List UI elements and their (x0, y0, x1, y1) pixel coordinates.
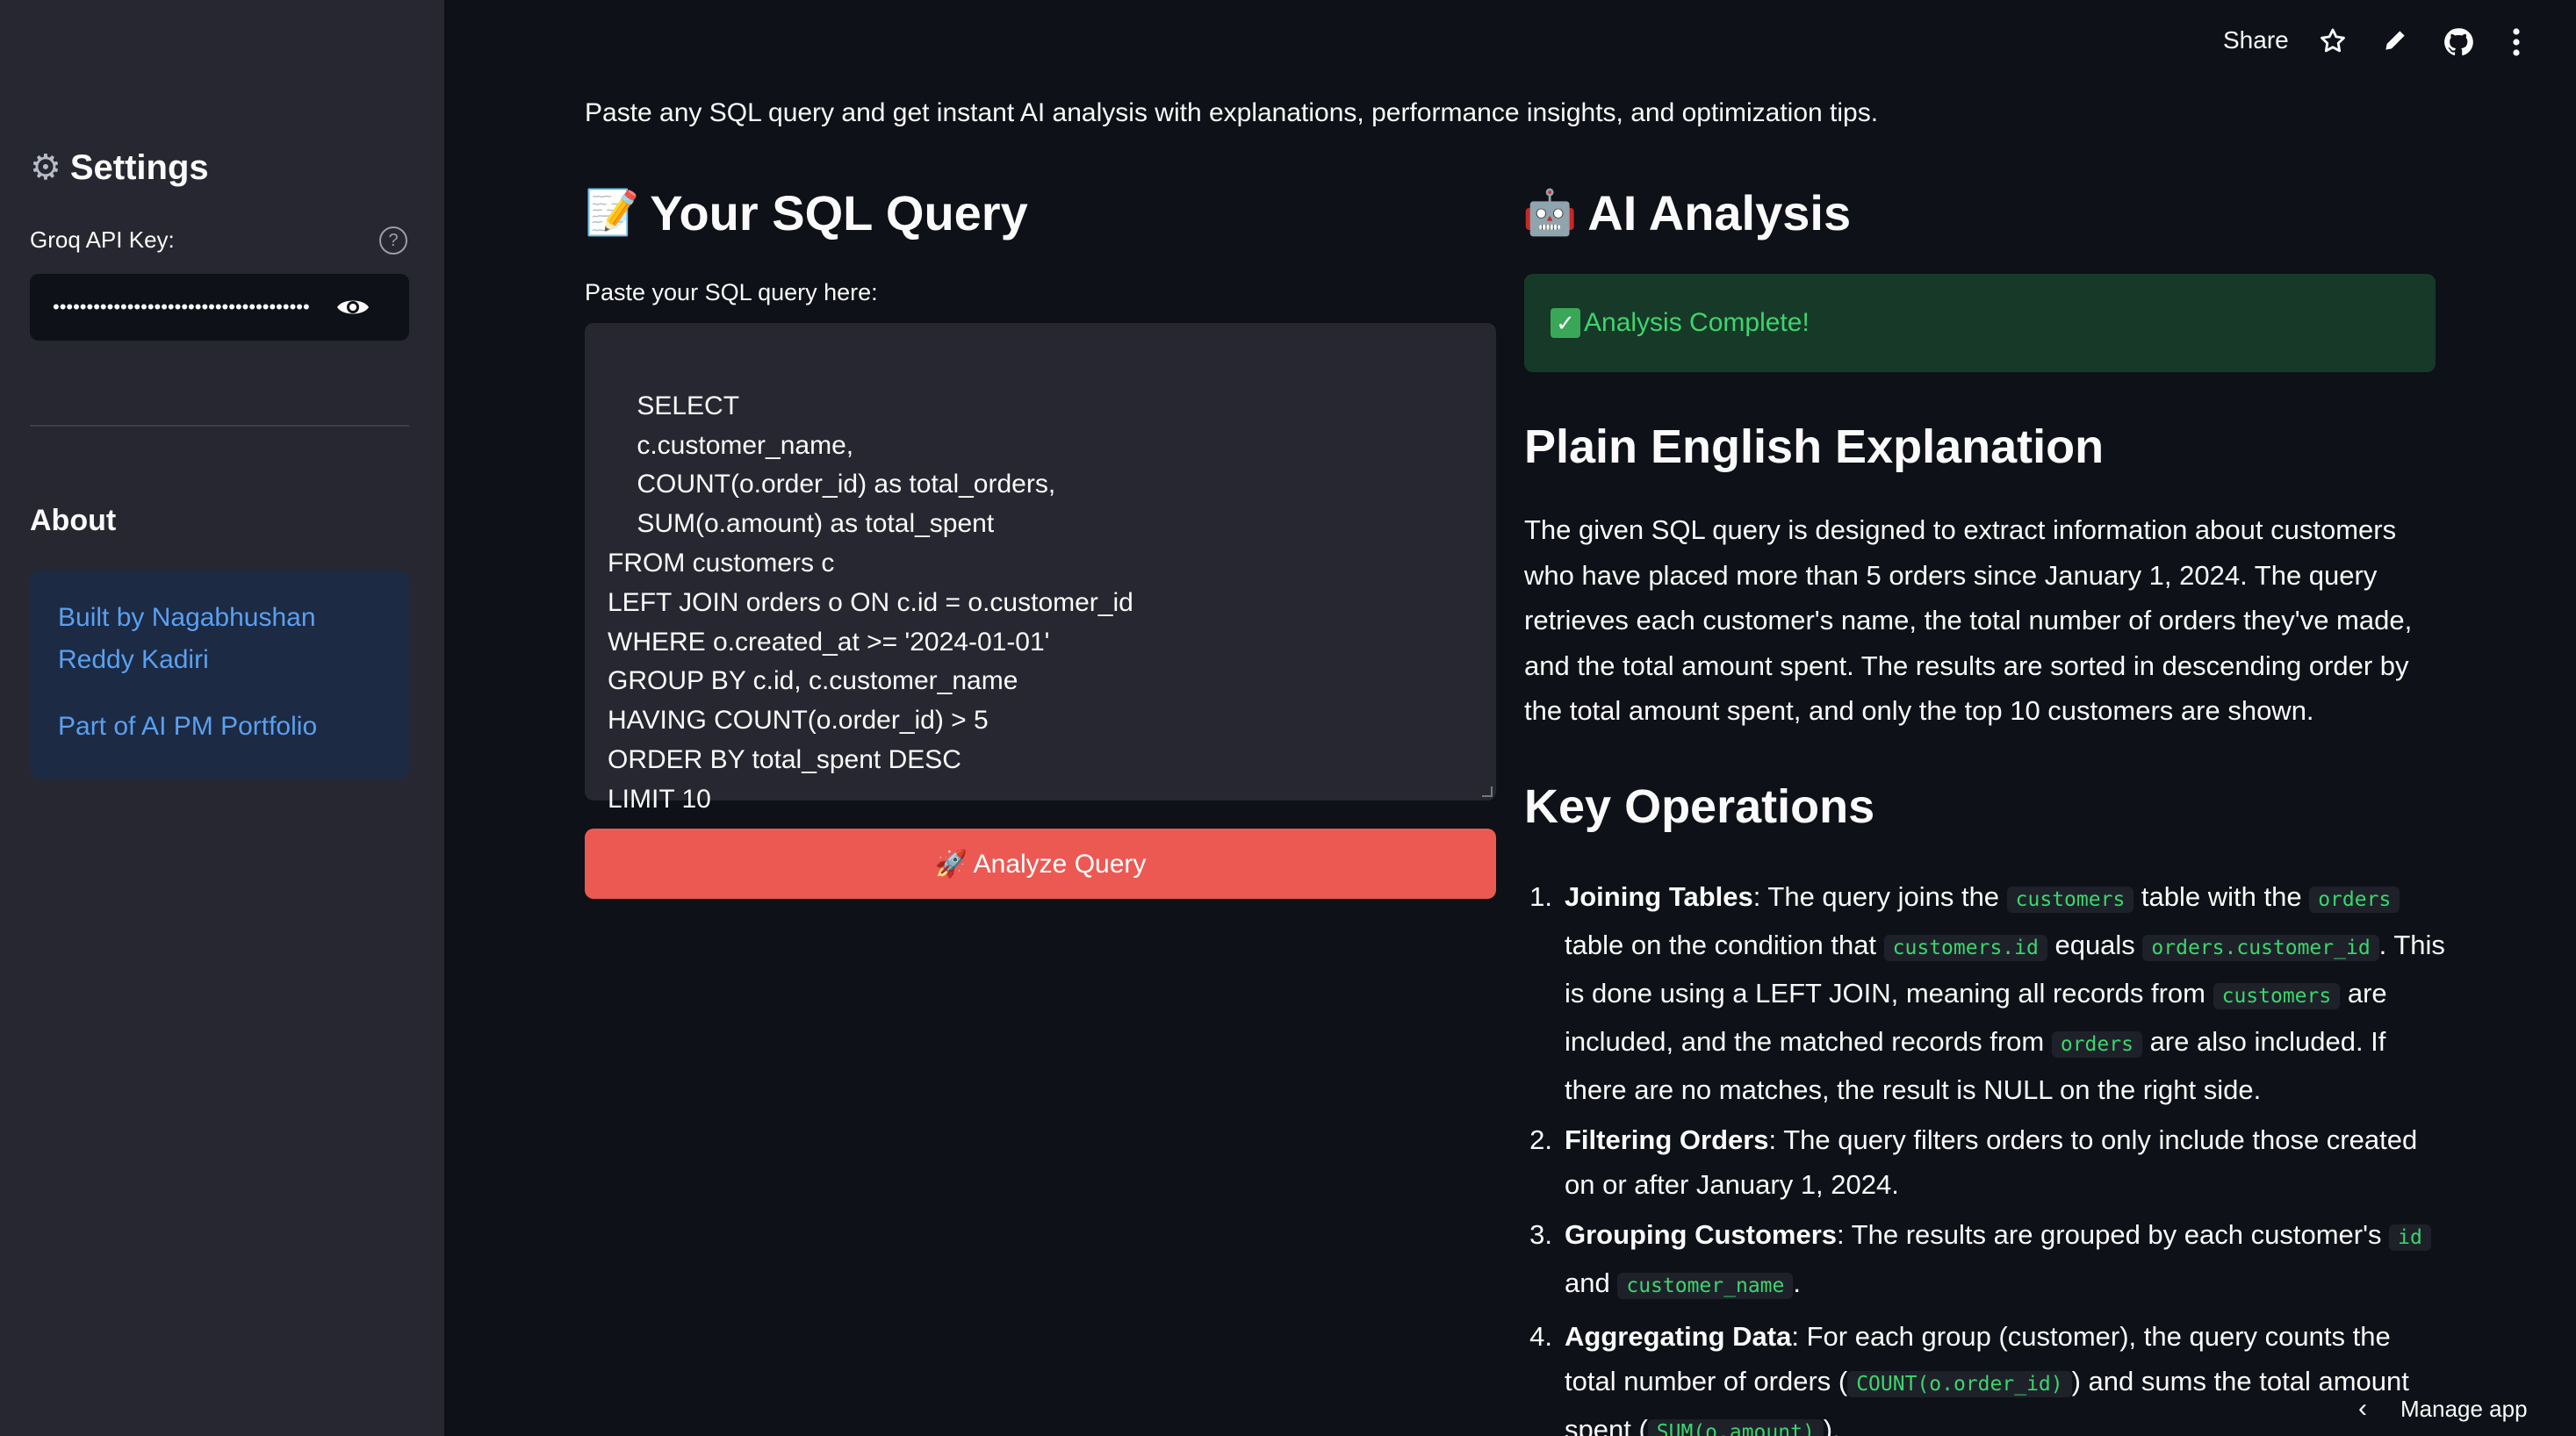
sql-query-text: SELECT c.customer_name, COUNT(o.order_id… (608, 391, 1133, 814)
portfolio-link[interactable]: Part of AI PM Portfolio (58, 706, 381, 748)
app-root: ⚙ Settings Groq API Key: ? •••••••••••••… (0, 0, 2576, 1436)
operations-heading: Key Operations (1524, 780, 1875, 833)
operations-list: 1. Joining Tables: The query joins the c… (1524, 874, 2446, 1436)
about-box: Built by Nagabhushan Reddy Kadiri Part o… (30, 571, 409, 779)
github-icon[interactable] (2443, 26, 2474, 62)
gear-icon: ⚙ (30, 148, 61, 187)
robot-icon: 🤖 (1522, 188, 1578, 237)
sql-input-label: Paste your SQL query here: (585, 279, 878, 305)
explanation-heading: Plain English Explanation (1524, 420, 2105, 473)
analyze-query-button[interactable]: 🚀 Analyze Query (585, 829, 1496, 899)
check-mark-icon: ✓ (1551, 308, 1580, 338)
memo-icon: 📝 (585, 188, 640, 237)
explanation-text: The given SQL query is designed to extra… (1524, 514, 2413, 726)
success-alert: ✓ Analysis Complete! (1524, 274, 2436, 372)
resize-handle-icon[interactable] (1482, 786, 1493, 797)
more-menu-icon[interactable] (2508, 26, 2525, 62)
settings-title: ⚙ Settings (30, 147, 209, 188)
list-item: 4. Aggregating Data: For each group (cus… (1524, 1314, 2446, 1436)
api-key-input[interactable]: •••••••••••••••••••••••••••••••••••••• (30, 274, 409, 341)
chevron-left-icon: ‹ (2358, 1394, 2367, 1423)
help-icon[interactable]: ? (379, 226, 407, 255)
star-icon[interactable] (2318, 26, 2348, 61)
ai-analysis-heading: 🤖 AI Analysis (1522, 185, 1852, 241)
sql-query-heading: 📝 Your SQL Query (585, 185, 1028, 241)
sidebar-divider (30, 425, 409, 427)
success-message: Analysis Complete! (1584, 308, 1810, 337)
manage-app-button[interactable]: ‹ Manage app (2358, 1394, 2528, 1424)
intro-text: Paste any SQL query and get instant AI a… (585, 98, 1879, 127)
sidebar: ⚙ Settings Groq API Key: ? •••••••••••••… (0, 0, 444, 1436)
api-key-value: •••••••••••••••••••••••••••••••••••••• (53, 296, 310, 318)
list-item: 3. Grouping Customers: The results are g… (1524, 1212, 2446, 1309)
share-button[interactable]: Share (2223, 26, 2289, 54)
about-title: About (30, 504, 117, 537)
sql-query-textarea[interactable]: SELECT c.customer_name, COUNT(o.order_id… (585, 323, 1496, 814)
edit-pencil-icon[interactable] (2381, 26, 2409, 59)
list-item: 2. Filtering Orders: The query filters o… (1529, 1124, 2418, 1200)
api-key-label: Groq API Key: (30, 226, 175, 253)
list-item: 1. Joining Tables: The query joins the c… (1529, 881, 2445, 1105)
author-link[interactable]: Built by Nagabhushan Reddy Kadiri (58, 597, 381, 681)
show-password-eye-icon[interactable] (335, 295, 371, 324)
